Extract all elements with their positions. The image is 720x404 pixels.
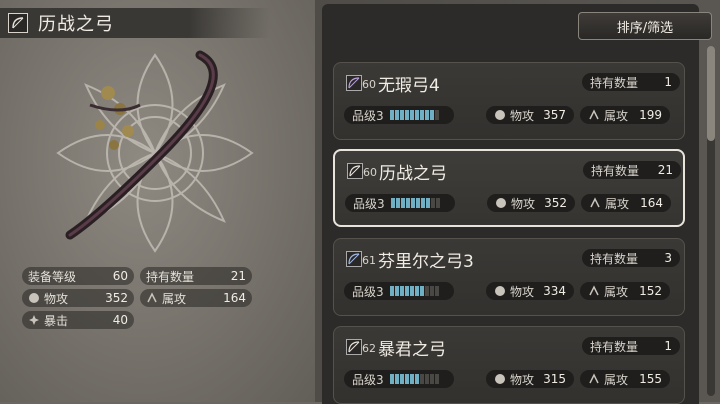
stat-value: 352 <box>105 291 128 305</box>
attack-value: 315 <box>543 372 566 386</box>
element-value: 199 <box>639 108 662 122</box>
attack-icon <box>494 109 506 121</box>
attack-icon <box>494 285 506 297</box>
attack-value: 352 <box>544 196 567 210</box>
bow-icon <box>346 339 362 355</box>
weapon-list-item-selected[interactable]: 60 历战之弓 持有数量 21 品级3 物攻 352 属攻 164 <box>333 149 685 227</box>
crit-icon <box>28 314 40 326</box>
grade-label: 品级3 <box>352 284 384 299</box>
weapon-name: 芬里尔之弓3 <box>378 252 474 272</box>
attack-icon <box>495 197 507 209</box>
stat-value: 40 <box>112 313 128 327</box>
bow-icon <box>346 75 362 91</box>
weapon-name: 无瑕弓4 <box>378 76 440 96</box>
weapon-list-item[interactable]: 62 暴君之弓 持有数量 1 品级3 物攻 315 属攻 155 <box>333 326 685 404</box>
owned-label: 持有数量 <box>590 251 639 266</box>
element-label: 属攻 <box>604 284 629 299</box>
stat-label: 属攻 <box>162 291 187 306</box>
element-icon <box>146 292 158 304</box>
attack-pill: 物攻 334 <box>486 282 574 300</box>
element-pill: 属攻 199 <box>580 106 670 124</box>
owned-label: 持有数量 <box>590 75 639 90</box>
weapon-level: 62 <box>362 342 376 355</box>
attack-icon <box>494 373 506 385</box>
bow-icon <box>8 13 28 33</box>
stat-value: 60 <box>112 269 128 283</box>
grade-pill: 品级3 <box>344 370 454 388</box>
weapon-name: 暴君之弓 <box>378 340 446 360</box>
element-pill: 属攻 152 <box>580 282 670 300</box>
grade-bar <box>390 198 440 208</box>
element-icon <box>588 373 600 385</box>
attack-label: 物攻 <box>510 284 535 299</box>
weapon-title-bar: 历战之弓 <box>0 8 270 38</box>
attack-pill: 物攻 357 <box>486 106 574 124</box>
grade-pill: 品级3 <box>344 282 454 300</box>
stat-element: 属攻 164 <box>140 289 252 307</box>
element-label: 属攻 <box>605 196 630 211</box>
weapon-list-item[interactable]: 61 芬里尔之弓3 持有数量 3 品级3 物攻 334 属攻 152 <box>333 238 685 316</box>
owned-value: 21 <box>657 163 673 177</box>
owned-value: 1 <box>664 75 672 89</box>
grade-label: 品级3 <box>352 108 384 123</box>
owned-count: 持有数量 1 <box>582 337 680 355</box>
owned-count: 持有数量 1 <box>582 73 680 91</box>
attack-label: 物攻 <box>510 372 535 387</box>
weapon-level: 60 <box>362 78 376 91</box>
owned-count: 持有数量 3 <box>582 249 680 267</box>
weapon-level: 60 <box>363 166 377 179</box>
attack-pill: 物攻 315 <box>486 370 574 388</box>
celtic-emblem-icon <box>56 50 254 253</box>
grade-pill: 品级3 <box>345 194 455 212</box>
grade-label: 品级3 <box>353 196 385 211</box>
owned-value: 3 <box>664 251 672 265</box>
element-icon <box>588 109 600 121</box>
owned-label: 持有数量 <box>591 163 640 178</box>
weapon-list-item[interactable]: 60 无瑕弓4 持有数量 1 品级3 物攻 357 属攻 199 <box>333 62 685 140</box>
element-value: 152 <box>639 284 662 298</box>
attack-icon <box>28 292 40 304</box>
weapon-title: 历战之弓 <box>38 14 114 35</box>
owned-count: 持有数量 21 <box>583 161 681 179</box>
element-icon <box>588 285 600 297</box>
sort-filter-button[interactable]: 排序/筛选 <box>578 12 712 40</box>
stat-owned: 持有数量 21 <box>140 267 252 285</box>
stat-label: 物攻 <box>44 291 69 306</box>
stat-attack: 物攻 352 <box>22 289 134 307</box>
weapon-level: 61 <box>362 254 376 267</box>
bow-icon <box>346 251 362 267</box>
weapon-name: 历战之弓 <box>379 164 447 184</box>
stat-value: 164 <box>223 291 246 305</box>
attack-pill: 物攻 352 <box>487 194 575 212</box>
grade-label: 品级3 <box>352 372 384 387</box>
bow-icon <box>347 163 363 179</box>
stat-label: 持有数量 <box>146 269 195 284</box>
stat-value: 21 <box>230 269 246 283</box>
element-pill: 属攻 164 <box>581 194 671 212</box>
element-pill: 属攻 155 <box>580 370 670 388</box>
owned-label: 持有数量 <box>590 339 639 354</box>
grade-pill: 品级3 <box>344 106 454 124</box>
grade-bar <box>389 286 439 296</box>
element-label: 属攻 <box>604 372 629 387</box>
owned-value: 1 <box>664 339 672 353</box>
element-label: 属攻 <box>604 108 629 123</box>
grade-bar <box>389 110 439 120</box>
element-icon <box>589 197 601 209</box>
attack-value: 357 <box>543 108 566 122</box>
element-value: 164 <box>640 196 663 210</box>
scrollbar-thumb[interactable] <box>707 46 715 141</box>
attack-value: 334 <box>543 284 566 298</box>
stat-label: 暴击 <box>44 313 69 328</box>
stat-equip-level: 装备等级 60 <box>22 267 134 285</box>
attack-label: 物攻 <box>511 196 536 211</box>
grade-bar <box>389 374 439 384</box>
stat-label: 装备等级 <box>28 269 77 284</box>
element-value: 155 <box>639 372 662 386</box>
attack-label: 物攻 <box>510 108 535 123</box>
stat-crit: 暴击 40 <box>22 311 134 329</box>
